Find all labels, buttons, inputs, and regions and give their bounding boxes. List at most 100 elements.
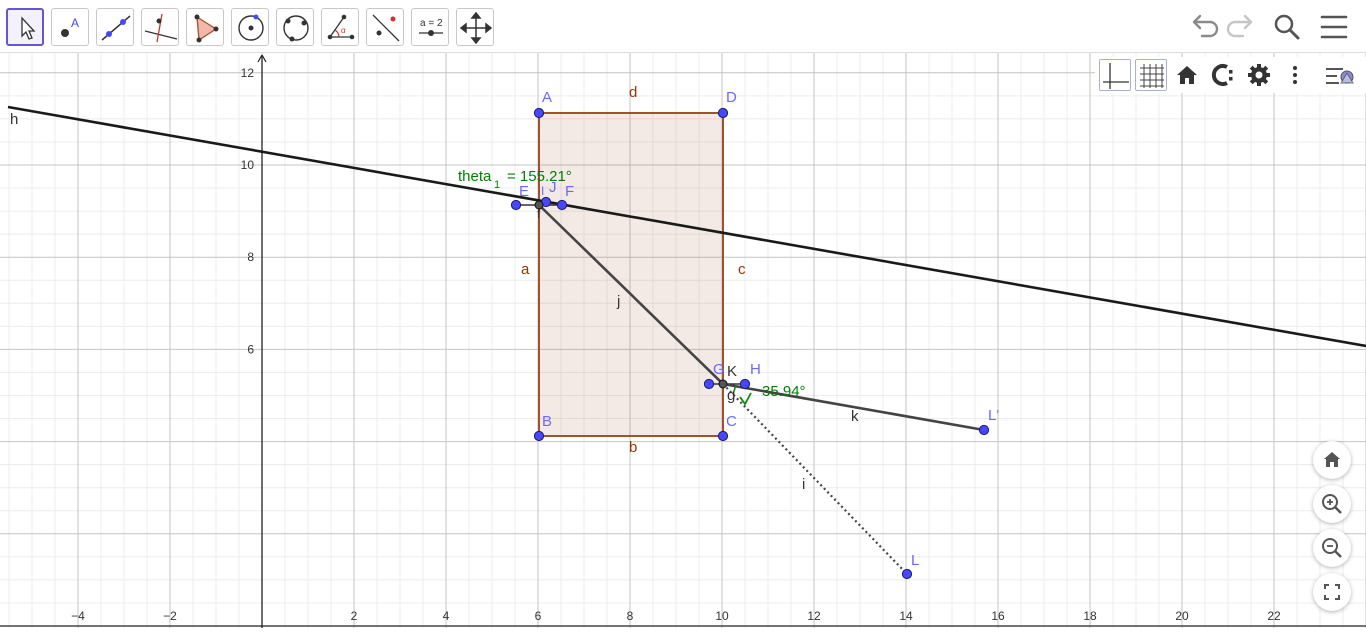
move-tool-button[interactable] <box>6 8 44 46</box>
point-e[interactable] <box>510 199 522 211</box>
zoom-in-button[interactable] <box>1313 485 1351 523</box>
axes-toggle-button[interactable] <box>1099 59 1131 91</box>
y-tick-labels: 6810121416 <box>241 66 255 357</box>
label-point-f: F <box>565 183 574 200</box>
intersection-point-k[interactable] <box>718 379 728 389</box>
geometry-canvas[interactable]: −4−2246810121416182022 6810121416 <box>0 53 1366 628</box>
fullscreen-button[interactable] <box>1313 573 1351 611</box>
label-segment-d: d <box>629 84 637 101</box>
slider-icon: a = 2 <box>419 18 443 36</box>
x-tick-label: 4 <box>443 609 450 623</box>
angle-tool-button[interactable]: α <box>321 8 359 46</box>
x-tick-label: 22 <box>1267 609 1281 623</box>
cursor-arrow-icon <box>21 16 36 40</box>
x-tick-label: 10 <box>715 609 729 623</box>
label-g: g <box>727 387 735 404</box>
zoom-out-button[interactable] <box>1313 529 1351 567</box>
circle-tool-button[interactable] <box>231 8 269 46</box>
zoom-in-icon <box>1322 494 1342 514</box>
move-graphics-tool-button[interactable] <box>456 8 494 46</box>
label-segment-b: b <box>629 439 637 456</box>
standard-view-button[interactable] <box>1171 59 1203 91</box>
point-h[interactable] <box>739 378 751 390</box>
slider-icon-label: a = 2 <box>420 18 443 29</box>
label-point-h: H <box>750 361 761 378</box>
reflect-tool-button[interactable] <box>366 8 404 46</box>
graphics-view[interactable]: −4−2246810121416182022 6810121416 <box>0 53 1366 628</box>
polygon-abcd-fill[interactable] <box>539 113 723 436</box>
point-icon: A <box>61 16 79 37</box>
point-tool-button[interactable]: A <box>51 8 89 46</box>
point-c[interactable] <box>717 430 729 442</box>
y-tick-label: 10 <box>241 158 255 172</box>
style-bar-toggle-button[interactable] <box>1323 59 1355 91</box>
settings-gear-icon <box>1248 64 1270 86</box>
grid-toggle-button[interactable] <box>1135 59 1167 91</box>
label-point-l-prime: L' <box>988 407 999 424</box>
search-button[interactable] <box>1266 8 1306 46</box>
line-through-two-points-icon <box>101 15 131 41</box>
main-menu-button[interactable] <box>1314 8 1354 46</box>
redo-icon <box>1226 14 1253 38</box>
label-line-h: h <box>10 111 18 128</box>
point-l-prime[interactable] <box>978 424 990 436</box>
point-a[interactable] <box>533 107 545 119</box>
move-graphics-view-icon <box>459 11 493 45</box>
slider-tool-button[interactable]: a = 2 <box>411 8 449 46</box>
polygon-icon <box>194 14 219 43</box>
graphics-style-bar <box>1095 57 1366 93</box>
home-icon <box>1177 66 1197 84</box>
zoom-out-icon <box>1322 538 1342 558</box>
point-g[interactable] <box>703 378 715 390</box>
redo-button[interactable] <box>1221 8 1261 46</box>
reflect-about-line-icon <box>372 14 400 42</box>
hamburger-menu-icon <box>1320 15 1348 39</box>
point-f[interactable] <box>556 199 568 211</box>
x-tick-label: 8 <box>627 609 634 623</box>
label-point-l: L <box>911 552 919 569</box>
grid-toggle-icon <box>1140 64 1164 88</box>
angle-value-label: 35.94° <box>762 383 806 400</box>
point-b[interactable] <box>533 430 545 442</box>
label-segment-k: k <box>851 408 859 425</box>
point-l[interactable] <box>901 568 913 580</box>
graphics-settings-button[interactable] <box>1243 59 1275 91</box>
x-tick-label: 2 <box>351 609 358 623</box>
home-icon <box>1324 452 1340 467</box>
point-capturing-button[interactable] <box>1207 59 1239 91</box>
x-tick-label: 14 <box>899 609 913 623</box>
point-d[interactable] <box>717 107 729 119</box>
label-point-c: C <box>726 413 737 430</box>
label-ray-i: i <box>802 476 805 493</box>
label-segment-a: a <box>521 261 530 278</box>
standard-view-zoom-button[interactable] <box>1313 441 1351 479</box>
label-segment-j: j <box>616 293 620 310</box>
label-point-d: D <box>726 89 737 106</box>
x-tick-label: 20 <box>1175 609 1189 623</box>
x-tick-label: 18 <box>1083 609 1097 623</box>
label-segment-c: c <box>738 261 746 278</box>
x-tick-label: 12 <box>807 609 821 623</box>
circle-three-points-tool-button[interactable] <box>276 8 314 46</box>
perpendicular-line-icon <box>144 13 178 43</box>
undo-button[interactable] <box>1184 8 1224 46</box>
theta-name: theta <box>458 168 492 185</box>
label-point-i: I <box>541 184 544 198</box>
circle-center-point-icon <box>238 14 264 41</box>
y-tick-label: 8 <box>247 250 254 264</box>
more-options-button[interactable] <box>1279 59 1311 91</box>
x-tick-label: 6 <box>535 609 542 623</box>
x-tick-label: −4 <box>71 609 85 623</box>
svg-text:α: α <box>341 26 346 35</box>
y-tick-label: 6 <box>247 342 254 356</box>
search-icon <box>1274 14 1300 40</box>
label-point-g: G <box>713 361 725 378</box>
toolbar: A α a = 2 <box>0 0 1366 53</box>
perpendicular-tool-button[interactable] <box>141 8 179 46</box>
axes-toggle-icon <box>1103 63 1129 89</box>
x-tick-label: −2 <box>163 609 177 623</box>
label-point-a: A <box>542 89 552 106</box>
line-tool-button[interactable] <box>96 8 134 46</box>
polygon-tool-button[interactable] <box>186 8 224 46</box>
fullscreen-icon <box>1324 584 1340 600</box>
